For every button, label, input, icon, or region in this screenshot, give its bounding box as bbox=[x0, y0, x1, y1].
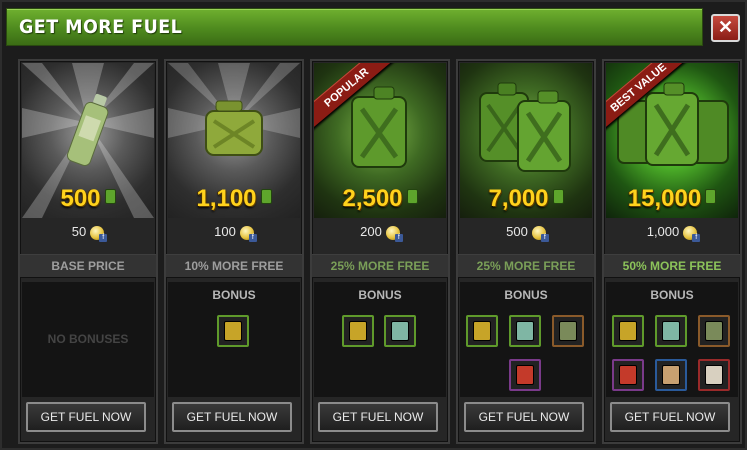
bonus-label: BONUS bbox=[212, 288, 256, 302]
bonus-tier-label: 25% MORE FREE bbox=[458, 254, 594, 278]
bonus-item-icon bbox=[509, 315, 541, 347]
facebook-credits-icon bbox=[239, 225, 257, 242]
fuel-amount: 1,100 bbox=[168, 185, 300, 213]
bonus-item-icon bbox=[655, 315, 687, 347]
bonus-area: BONUS bbox=[314, 282, 446, 397]
get-fuel-now-button[interactable]: GET FUEL NOW bbox=[610, 402, 730, 432]
fuel-amount: 7,000 bbox=[460, 185, 592, 213]
bonus-item-icon bbox=[509, 359, 541, 391]
bonus-label: BONUS bbox=[358, 288, 402, 302]
bonus-tier-label: 50% MORE FREE bbox=[604, 254, 740, 278]
facebook-credits-icon bbox=[683, 225, 701, 242]
facebook-credits-icon bbox=[90, 225, 108, 242]
fuel-icon bbox=[552, 189, 564, 205]
fuel-pack-500: 500 50 BASE PRICE NO BONUSES GET FUEL NO… bbox=[18, 59, 158, 444]
fuel-pack-1100: 1,100 100 10% MORE FREE BONUS GET FUEL N… bbox=[164, 59, 304, 444]
bonus-item-icon bbox=[612, 359, 644, 391]
pack-art: BEST VALUE 15,000 bbox=[606, 63, 738, 218]
pack-art: 500 bbox=[22, 63, 154, 218]
bonus-area: BONUS bbox=[460, 282, 592, 397]
fuel-icon bbox=[104, 189, 116, 205]
bonus-area: BONUS bbox=[168, 282, 300, 397]
bonus-label: BONUS bbox=[504, 288, 548, 302]
bonus-item-icon bbox=[655, 359, 687, 391]
fuel-icon bbox=[705, 189, 717, 205]
get-fuel-now-button[interactable]: GET FUEL NOW bbox=[172, 402, 292, 432]
price: 500 bbox=[458, 224, 594, 242]
fuel-pack-2500: POPULAR 2,500 200 25% MORE FREE BONUS GE… bbox=[310, 59, 450, 444]
fuel-store-window: GET MORE FUEL ✕ 500 50 BASE PRICE NO BON… bbox=[0, 0, 747, 450]
get-fuel-now-button[interactable]: GET FUEL NOW bbox=[26, 402, 146, 432]
pack-art: POPULAR 2,500 bbox=[314, 63, 446, 218]
bonus-area: NO BONUSES bbox=[22, 282, 154, 397]
title-bar: GET MORE FUEL bbox=[6, 8, 703, 46]
fuel-icon bbox=[260, 189, 272, 205]
bonus-tier-label: 25% MORE FREE bbox=[312, 254, 448, 278]
price: 200 bbox=[312, 224, 448, 242]
bonus-label: BONUS bbox=[650, 288, 694, 302]
fuel-amount: 15,000 bbox=[606, 185, 738, 213]
get-fuel-now-button[interactable]: GET FUEL NOW bbox=[318, 402, 438, 432]
pack-art: 1,100 bbox=[168, 63, 300, 218]
get-fuel-now-button[interactable]: GET FUEL NOW bbox=[464, 402, 584, 432]
window-title: GET MORE FUEL bbox=[19, 16, 183, 38]
bonus-item-icon bbox=[384, 315, 416, 347]
bonus-item-icon bbox=[552, 315, 584, 347]
bonus-item-icon bbox=[342, 315, 374, 347]
bonus-item-icon bbox=[698, 315, 730, 347]
price: 100 bbox=[166, 224, 302, 242]
price: 50 bbox=[20, 224, 156, 242]
fuel-pack-15000: BEST VALUE 15,000 1,000 50% MORE FREE BO… bbox=[602, 59, 742, 444]
pack-art: 7,000 bbox=[460, 63, 592, 218]
facebook-credits-icon bbox=[531, 225, 549, 242]
close-button[interactable]: ✕ bbox=[711, 14, 740, 42]
bonus-item-icon bbox=[612, 315, 644, 347]
bonus-tier-label: 10% MORE FREE bbox=[166, 254, 302, 278]
fuel-icon bbox=[406, 189, 418, 205]
fuel-amount: 2,500 bbox=[314, 185, 446, 213]
no-bonuses-label: NO BONUSES bbox=[47, 332, 129, 346]
facebook-credits-icon bbox=[385, 225, 403, 242]
bonus-item-icon bbox=[466, 315, 498, 347]
bonus-area: BONUS bbox=[606, 282, 738, 397]
bonus-item-icon bbox=[217, 315, 249, 347]
bonus-item-icon bbox=[698, 359, 730, 391]
bonus-tier-label: BASE PRICE bbox=[20, 254, 156, 278]
price: 1,000 bbox=[604, 224, 740, 242]
fuel-pack-7000: 7,000 500 25% MORE FREE BONUS GET FUEL N… bbox=[456, 59, 596, 444]
fuel-amount: 500 bbox=[22, 185, 154, 213]
